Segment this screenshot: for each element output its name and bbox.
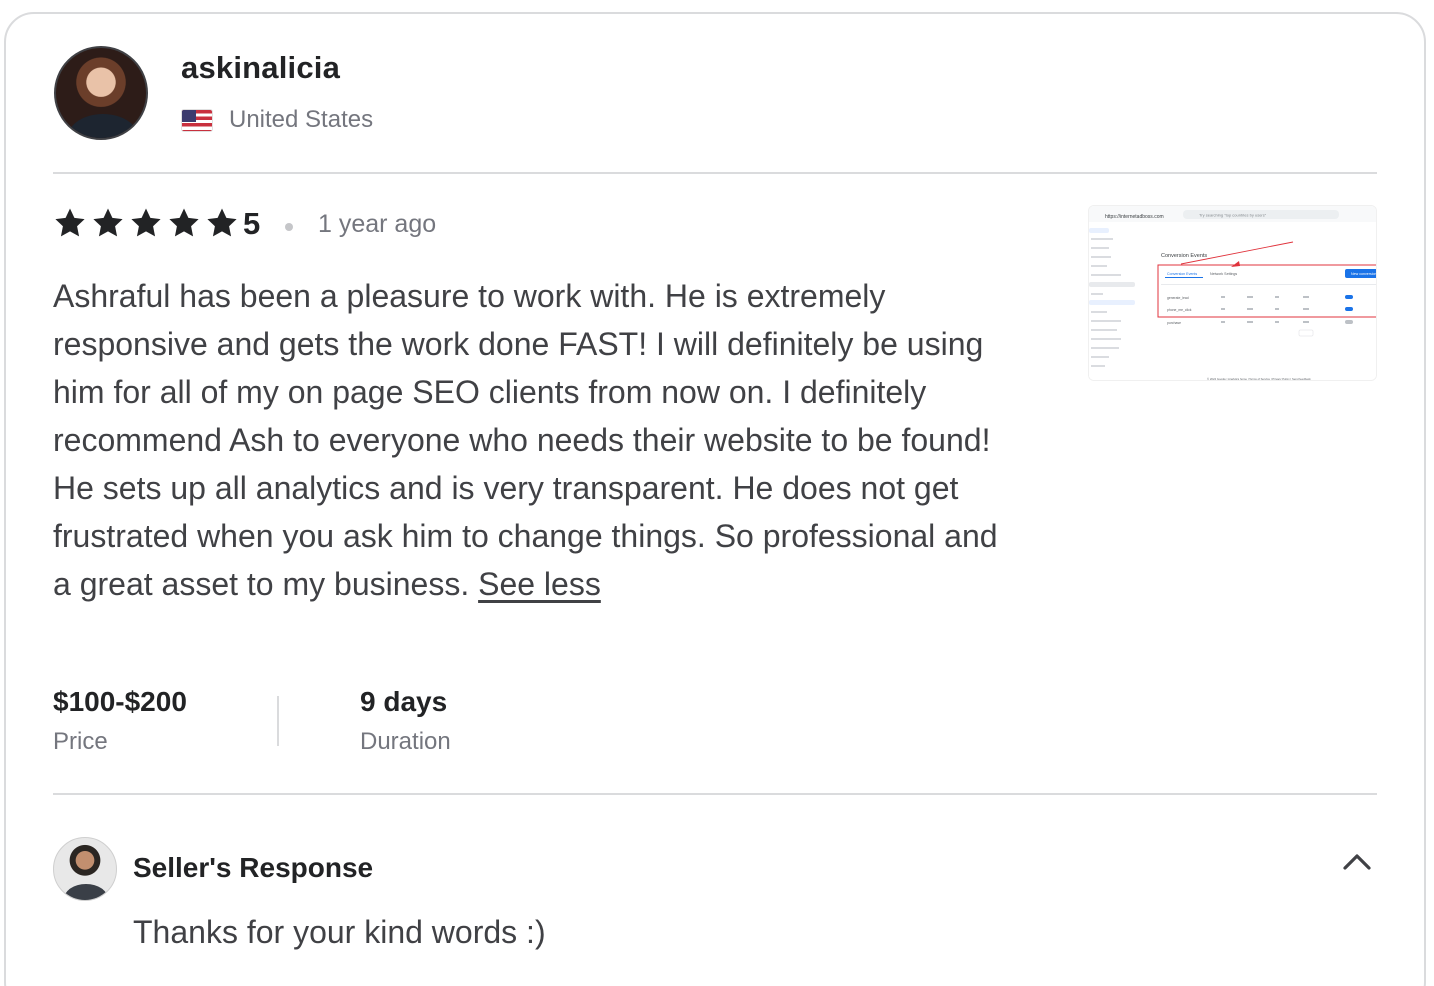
reviewer-avatar[interactable]	[54, 46, 148, 140]
star-icon	[131, 208, 161, 237]
analytics-screenshot: https://internetadboss.com Try searching…	[1089, 206, 1377, 381]
review-attachment-thumbnail[interactable]: https://internetadboss.com Try searching…	[1088, 205, 1377, 381]
stats-separator	[277, 696, 279, 746]
star-icon	[93, 208, 123, 237]
review-time-ago: 1 year ago	[318, 210, 437, 238]
separator-dot	[285, 223, 293, 231]
price-label: Price	[53, 728, 108, 755]
rating-value: 5	[243, 206, 261, 241]
star-rating	[53, 206, 239, 242]
attachment-row-3: purchase	[1167, 321, 1181, 325]
see-less-link[interactable]: See less	[478, 566, 601, 602]
response-divider	[53, 793, 1377, 795]
reviewer-country: United States	[229, 106, 374, 133]
star-icon	[207, 208, 237, 237]
chevron-up-icon[interactable]	[1340, 846, 1374, 876]
seller-avatar	[53, 837, 117, 901]
us-flag-icon	[181, 109, 213, 132]
attachment-footer: © 2024 Google | Analytics home | Terms o…	[1207, 377, 1311, 381]
attachment-button: New conversion	[1351, 272, 1377, 276]
reviewer-username[interactable]: askinalicia	[181, 50, 340, 86]
attachment-url: https://internetadboss.com	[1105, 214, 1164, 220]
review-body: Ashraful has been a pleasure to work wit…	[53, 278, 998, 602]
seller-response-text: Thanks for your kind words :)	[133, 914, 546, 950]
star-icon	[169, 208, 199, 237]
price-value: $100-$200	[53, 686, 187, 717]
seller-response-title: Seller's Response	[133, 852, 374, 883]
attachment-search-text: Try searching "top countries by users"	[1199, 213, 1267, 218]
duration-label: Duration	[360, 728, 451, 755]
attachment-section-title: Conversion Events	[1161, 253, 1207, 259]
attachment-row-2: phone_me_click	[1167, 308, 1192, 312]
attachment-row-1: generate_lead	[1167, 296, 1189, 300]
header-divider	[53, 172, 1377, 174]
attachment-tab-2: Network Settings	[1210, 272, 1237, 276]
attachment-tab-1: Conversion Events	[1167, 272, 1197, 276]
star-icon	[55, 208, 85, 237]
duration-value: 9 days	[360, 686, 448, 717]
review-text: Ashraful has been a pleasure to work wit…	[53, 272, 1013, 608]
